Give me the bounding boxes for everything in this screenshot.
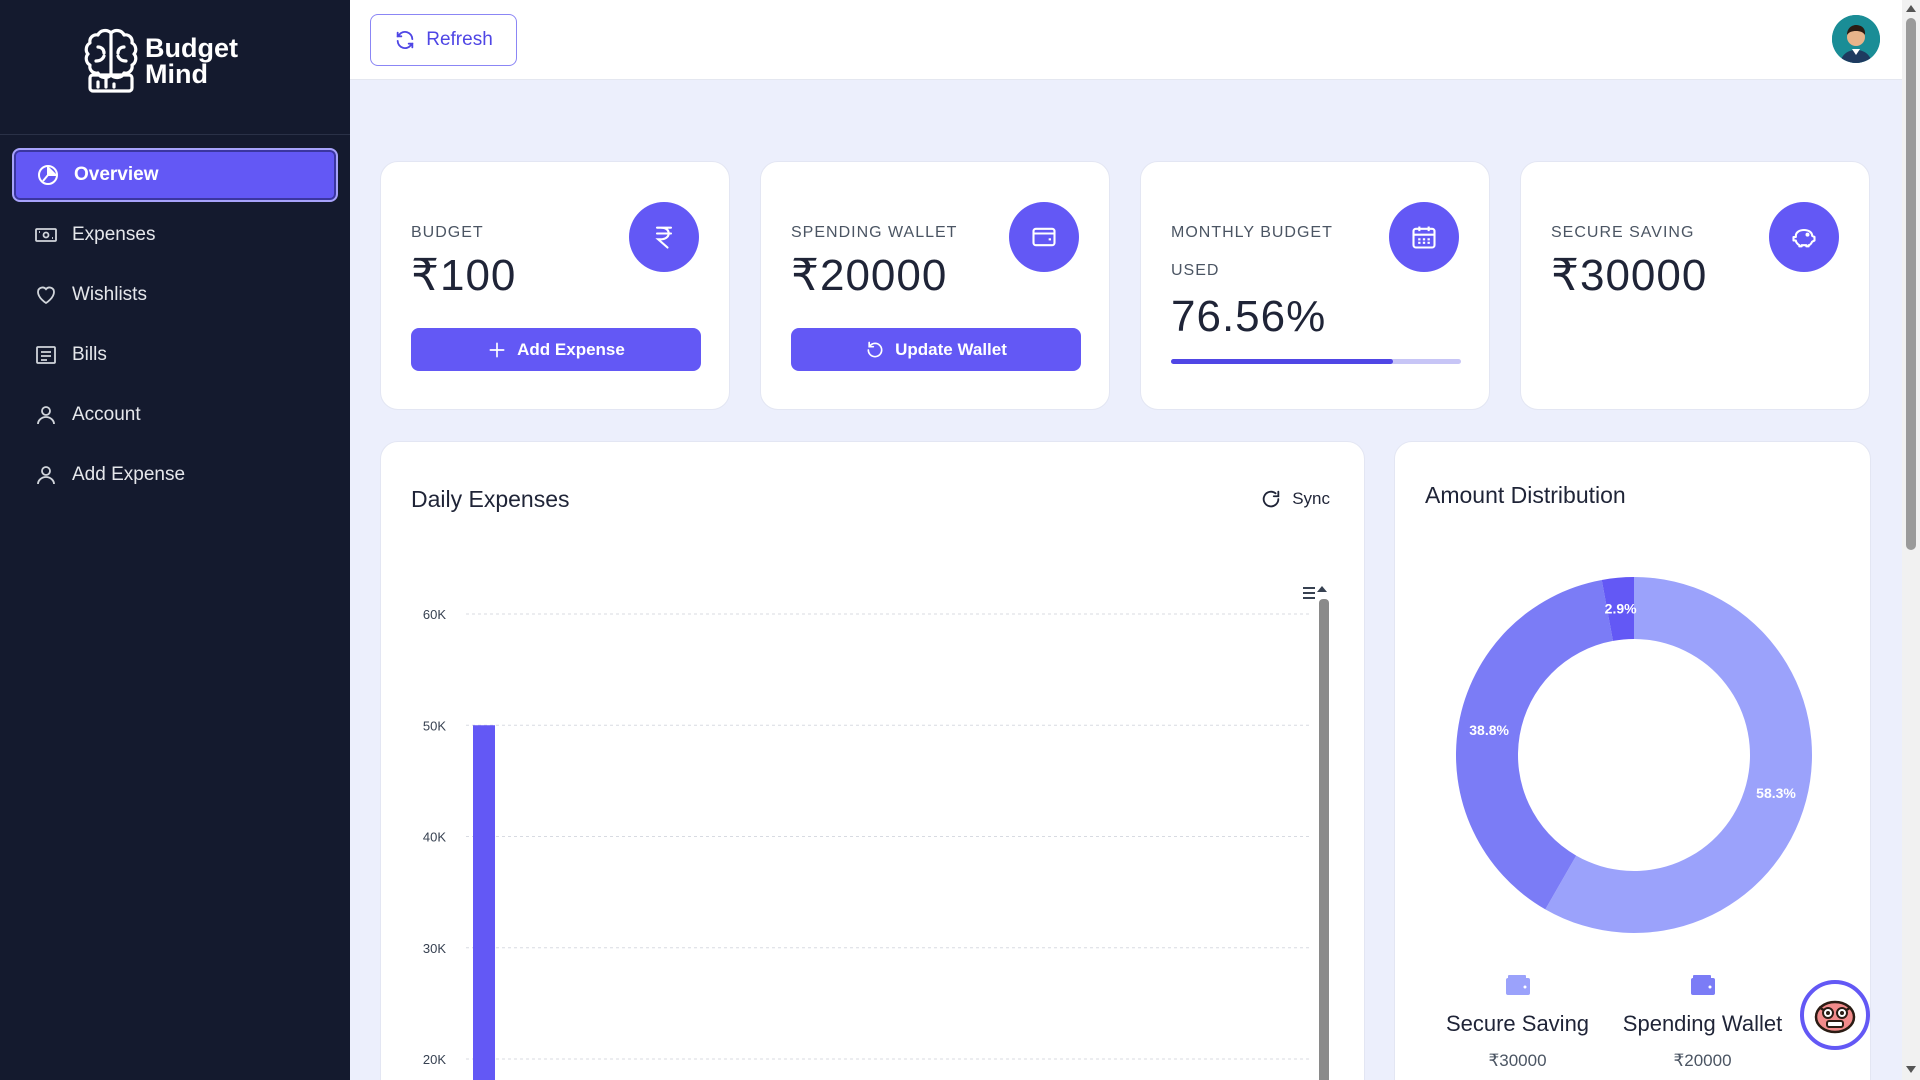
- bar[interactable]: [473, 725, 495, 1080]
- piggy-bank-icon-badge: [1769, 202, 1839, 272]
- legend-value: ₹20000: [1673, 1051, 1732, 1070]
- refresh-icon: [396, 31, 414, 49]
- legend-name: Secure Saving: [1445, 1011, 1590, 1036]
- wallet-value: ₹20000: [791, 251, 948, 300]
- sidebar-nav: Overview Expenses Wishlists Bills Accoun…: [12, 148, 338, 508]
- rupee-icon: [655, 226, 673, 249]
- refresh-label: Refresh: [426, 29, 493, 50]
- brain-logo-icon: [84, 28, 138, 93]
- wallet-label: SPENDING WALLET: [791, 224, 958, 241]
- sidebar-item-label: Bills: [72, 344, 107, 365]
- budget-value: ₹100: [411, 251, 517, 300]
- legend-name: Spending Wallet: [1622, 1011, 1783, 1036]
- legend-item-spending-wallet[interactable]: Spending Wallet ₹20000: [1610, 974, 1795, 1071]
- scroll-thumb[interactable]: [1906, 18, 1916, 550]
- update-wallet-label: Update Wallet: [895, 339, 1007, 359]
- sidebar-item-label: Add Expense: [72, 464, 186, 485]
- plus-icon: [489, 342, 505, 357]
- sidebar-item-label: Overview: [74, 164, 159, 185]
- legend-value: ₹30000: [1488, 1051, 1547, 1070]
- sidebar-item-add-expense[interactable]: Add Expense: [12, 448, 338, 502]
- sidebar-item-label: Expenses: [72, 224, 156, 245]
- topbar: Refresh: [350, 0, 1902, 80]
- money-icon: [35, 228, 57, 242]
- sidebar-item-label: Wishlists: [72, 284, 147, 305]
- slice-label: 38.8%: [1469, 722, 1509, 738]
- wallet-icon: [1032, 227, 1056, 247]
- wallet-icon-badge: [1009, 202, 1079, 272]
- user-icon: [37, 406, 55, 425]
- user-icon: [37, 466, 55, 485]
- sidebar-item-overview[interactable]: Overview: [12, 148, 338, 202]
- app-name-line1: Budget: [145, 33, 238, 63]
- budget-label: BUDGET: [411, 224, 484, 241]
- rupee-icon-badge: [629, 202, 699, 272]
- monthly-budget-label: MONTHLY BUDGET USED: [1171, 214, 1391, 290]
- saving-label: SECURE SAVING: [1551, 224, 1695, 241]
- monthly-budget-progress-fill: [1171, 359, 1394, 364]
- sidebar-item-bills[interactable]: Bills: [12, 328, 338, 382]
- slice-label: 2.9%: [1605, 601, 1637, 617]
- user-avatar[interactable]: [1832, 15, 1880, 63]
- y-tick-label: 40K: [423, 830, 446, 845]
- monthly-budget-label-line2: USED: [1171, 262, 1220, 279]
- amount-distribution-card: Amount Distribution 58.3% 38.8% 2.9% Secur…: [1394, 441, 1871, 1080]
- amount-distribution-chart: 58.3% 38.8% 2.9%: [1456, 577, 1812, 933]
- sidebar-item-expenses[interactable]: Expenses: [12, 208, 338, 262]
- slice-label: 58.3%: [1756, 785, 1796, 801]
- pie-chart-icon: [38, 165, 58, 185]
- legend-item-secure-saving[interactable]: Secure Saving ₹30000: [1425, 974, 1610, 1071]
- scroll-down-arrow[interactable]: [1906, 1066, 1916, 1073]
- sidebar-item-wishlists[interactable]: Wishlists: [12, 268, 338, 322]
- scroll-up-arrow[interactable]: [1906, 5, 1916, 12]
- wallet-icon: [1690, 975, 1715, 995]
- monthly-budget-value: 76.56%: [1171, 292, 1327, 341]
- daily-expenses-card: Daily Expenses Sync 60K 50K 40K 30K 20K: [380, 441, 1365, 1080]
- app-logo[interactable]: Budget Mind: [82, 26, 252, 96]
- daily-expenses-chart: 60K 50K 40K 30K 20K: [423, 586, 1329, 1080]
- bot-face-icon: [1814, 1000, 1856, 1034]
- y-tick-label: 50K: [423, 718, 446, 733]
- monthly-budget-card: MONTHLY BUDGET USED 76.56%: [1140, 161, 1490, 410]
- piggy-bank-icon: [1792, 228, 1816, 248]
- heart-icon: [37, 286, 55, 305]
- update-wallet-button[interactable]: Update Wallet: [791, 328, 1081, 371]
- add-expense-button[interactable]: Add Expense: [411, 328, 701, 371]
- app-name: Budget Mind: [145, 33, 238, 89]
- sidebar-item-account[interactable]: Account: [12, 388, 338, 442]
- monthly-budget-progress: [1171, 359, 1461, 364]
- page-scrollbar[interactable]: [1902, 0, 1920, 1080]
- budget-card: BUDGET ₹100 Add Expense: [380, 161, 730, 410]
- add-expense-label: Add Expense: [517, 339, 625, 359]
- refresh-button[interactable]: Refresh: [370, 14, 517, 66]
- chart-menu-icon[interactable]: [1303, 586, 1327, 599]
- secure-saving-card: SECURE SAVING ₹30000: [1520, 161, 1870, 410]
- undo-icon: [867, 341, 883, 357]
- sidebar-divider: [0, 134, 350, 135]
- sidebar-item-label: Account: [72, 404, 141, 425]
- y-tick-label: 60K: [423, 607, 446, 622]
- receipt-icon: [36, 346, 56, 364]
- donut-slice[interactable]: [1456, 579, 1613, 910]
- app-name-line2: Mind: [145, 59, 208, 89]
- avatar-icon: [1832, 15, 1880, 63]
- calendar-icon: [1412, 226, 1436, 249]
- sidebar: Budget Mind Overview Expenses Wishlists …: [0, 0, 350, 1080]
- saving-value: ₹30000: [1551, 251, 1708, 300]
- calendar-icon-badge: [1389, 202, 1459, 272]
- chart-scroll-track[interactable]: [1319, 599, 1329, 1080]
- spending-wallet-card: SPENDING WALLET ₹20000 Update Wallet: [760, 161, 1110, 410]
- wallet-icon: [1505, 975, 1530, 995]
- monthly-budget-label-line1: MONTHLY BUDGET: [1171, 224, 1333, 241]
- chatbot-button[interactable]: [1800, 980, 1870, 1050]
- y-tick-label: 30K: [423, 941, 446, 956]
- y-tick-label: 20K: [423, 1052, 446, 1067]
